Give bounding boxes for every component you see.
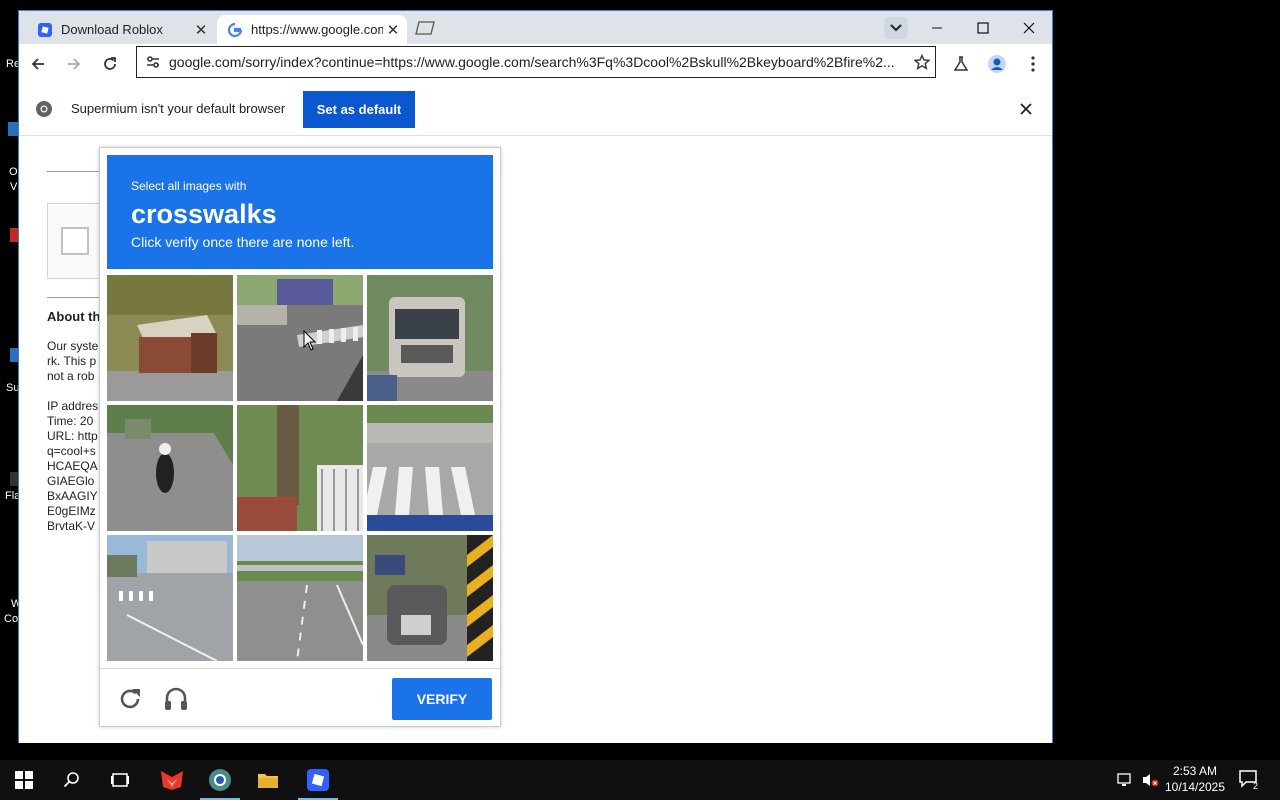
set-as-default-button[interactable]: Set as default	[303, 91, 415, 128]
new-challenge-reload-icon[interactable]	[116, 685, 144, 713]
address-bar[interactable]: google.com/sorry/index?continue=https://…	[136, 46, 936, 78]
divider	[47, 297, 107, 298]
not-a-robot-checkbox[interactable]	[61, 227, 89, 255]
bookmark-star-icon[interactable]	[909, 54, 935, 70]
tile-motorcycle-closeup[interactable]	[367, 535, 493, 661]
reload-icon[interactable]	[96, 50, 124, 78]
google-icon	[227, 22, 243, 38]
page-text: IP addres	[47, 399, 99, 413]
taskbar: 2:53 AM 10/14/2025 2	[0, 760, 1280, 800]
maximize-icon[interactable]	[960, 11, 1006, 44]
browser-window: Download Roblox ✕ https://www.google.com…	[18, 10, 1053, 743]
page-text: q=cool+s	[47, 444, 96, 458]
address-bar-url[interactable]: google.com/sorry/index?continue=https://…	[169, 54, 909, 70]
page-text: GIAEGlo	[47, 474, 95, 488]
page-text: not a rob	[47, 369, 95, 383]
tab-close-icon[interactable]: ✕	[383, 21, 403, 39]
page-text: BxAAGIY	[47, 489, 98, 503]
page-text: E0gEIMz	[47, 504, 96, 518]
challenge-header: Select all images with crosswalks Click …	[107, 155, 493, 269]
roblox-icon	[37, 22, 53, 38]
tab-title: Download Roblox	[61, 22, 163, 37]
notification-count: 2	[1253, 781, 1258, 790]
tile-highway[interactable]	[237, 535, 363, 661]
task-view-icon[interactable]	[96, 760, 144, 800]
recaptcha-anchor-box	[47, 203, 107, 279]
page-text: URL: http	[47, 429, 98, 443]
audio-challenge-headphones-icon[interactable]	[162, 685, 190, 713]
image-grid	[107, 275, 493, 661]
tab-title: https://www.google.com	[251, 22, 383, 37]
page-text: BrvtaK-V	[47, 519, 96, 533]
labs-flask-icon[interactable]	[947, 50, 975, 78]
infobar-close-icon[interactable]	[1015, 98, 1037, 120]
tile-tree-gate[interactable]	[237, 405, 363, 531]
app-fox-icon[interactable]	[148, 760, 196, 800]
mouse-cursor-icon	[303, 329, 317, 352]
infobar-message: Supermium isn't your default browser	[71, 101, 286, 116]
clock-time: 2:53 AM	[1172, 764, 1218, 778]
tab-google[interactable]: https://www.google.com ✕	[217, 15, 407, 44]
tile-bus[interactable]	[367, 275, 493, 401]
minimize-icon[interactable]	[914, 11, 960, 44]
action-center-icon[interactable]: 2	[1238, 770, 1262, 790]
desktop-icon-label: Co	[4, 613, 19, 625]
supermium-browser-icon[interactable]	[196, 760, 244, 800]
page-text: Time: 20	[47, 414, 94, 428]
close-window-icon[interactable]	[1006, 11, 1052, 44]
volume-muted-icon[interactable]	[1140, 770, 1160, 790]
chromium-icon	[35, 100, 53, 118]
profile-avatar-icon[interactable]	[983, 50, 1011, 78]
back-icon[interactable]	[24, 50, 52, 78]
challenge-target: crosswalks	[131, 199, 277, 229]
page-text: Our syste	[47, 339, 99, 353]
roblox-taskbar-icon[interactable]	[294, 760, 342, 800]
browser-toolbar: google.com/sorry/index?continue=https://…	[19, 44, 1052, 84]
default-browser-infobar: Supermium isn't your default browser Set…	[19, 84, 1052, 136]
verify-button[interactable]: VERIFY	[392, 678, 492, 720]
site-info-icon[interactable]	[143, 55, 163, 69]
page-text: HCAEQA	[47, 459, 98, 473]
system-clock[interactable]: 2:53 AM 10/14/2025	[1160, 763, 1230, 795]
page-text: rk. This p	[47, 354, 97, 368]
tab-strip: Download Roblox ✕ https://www.google.com…	[19, 11, 1052, 44]
page-content: About th Our syste rk. This p not a rob …	[19, 137, 1052, 743]
divider	[47, 171, 107, 172]
start-windows-icon[interactable]	[0, 760, 48, 800]
forward-icon[interactable]	[60, 50, 88, 78]
tab-search-icon[interactable]	[884, 17, 908, 39]
tile-street-crosswalk[interactable]	[237, 275, 363, 401]
challenge-instruction: Select all images with	[131, 179, 247, 193]
menu-kebab-icon[interactable]	[1019, 50, 1047, 78]
desktop-icon-label: O	[9, 166, 18, 178]
recaptcha-challenge: Select all images with crosswalks Click …	[99, 147, 501, 727]
tab-close-icon[interactable]: ✕	[191, 21, 211, 39]
tile-intersection[interactable]	[107, 535, 233, 661]
network-icon[interactable]	[1116, 770, 1136, 790]
tile-motorcycle-road[interactable]	[107, 405, 233, 531]
tile-crosswalk-closeup[interactable]	[367, 405, 493, 531]
tab-download-roblox[interactable]: Download Roblox ✕	[27, 15, 215, 44]
clock-date: 10/14/2025	[1164, 780, 1226, 794]
new-tab-icon[interactable]	[414, 20, 436, 36]
challenge-footer: VERIFY	[100, 668, 500, 727]
file-explorer-icon[interactable]	[244, 760, 292, 800]
about-heading: About th	[47, 309, 101, 324]
challenge-hint: Click verify once there are none left.	[131, 234, 355, 250]
desktop-icon-label: V	[10, 181, 18, 193]
search-icon[interactable]	[48, 760, 96, 800]
tile-brick-steps[interactable]	[107, 275, 233, 401]
